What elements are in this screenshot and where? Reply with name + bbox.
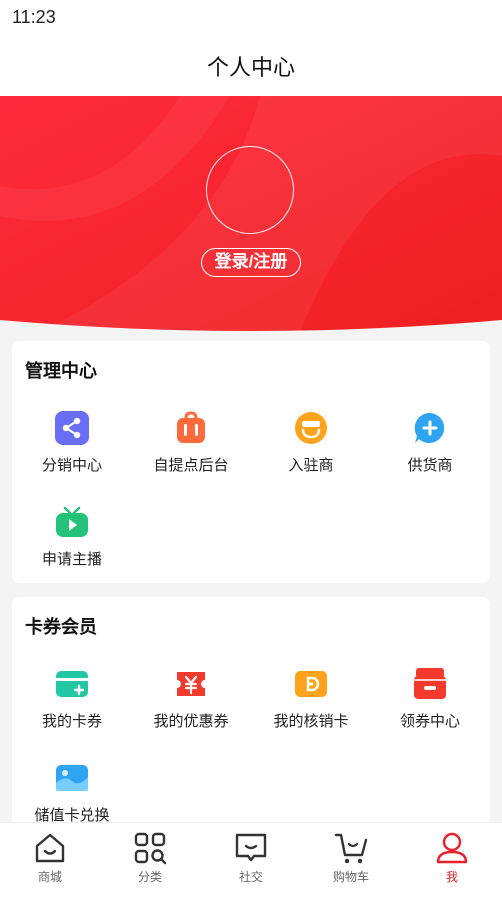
yen-coupon-icon xyxy=(177,672,205,696)
page-header: 个人中心 xyxy=(0,34,502,96)
tab-cart-label: 购物车 xyxy=(332,870,369,884)
my-cards-item[interactable]: 我的卡券 xyxy=(12,667,132,731)
bottom-tab-bar: 商城 分类 社交 购物车 我 xyxy=(0,822,502,897)
merchant-item[interactable]: 入驻商 xyxy=(251,411,371,475)
coupons-title: 卡券会员 xyxy=(25,617,97,637)
login-register-button[interactable]: 登录/注册 xyxy=(201,248,301,277)
management-card: 管理中心 分销中心 自提点后台 入驻商 供货商 申请主播 xyxy=(12,341,490,583)
pickup-backend-item[interactable]: 自提点后台 xyxy=(131,411,251,475)
management-title: 管理中心 xyxy=(25,361,97,381)
coupons-card: 卡券会员 我的卡券 我的优惠券 我的核销卡 领券中心 储值卡兑换 xyxy=(12,597,490,837)
stored-value-card-icon xyxy=(56,765,88,791)
distribution-center-item[interactable]: 分销中心 xyxy=(12,411,132,475)
tab-cart[interactable]: 购物车 xyxy=(301,831,401,885)
home-icon xyxy=(35,833,65,863)
avatar[interactable] xyxy=(206,146,294,234)
tab-social[interactable]: 社交 xyxy=(201,831,301,885)
tab-category[interactable]: 分类 xyxy=(100,831,200,885)
category-icon xyxy=(134,832,167,865)
verify-card-icon xyxy=(295,671,327,697)
tab-social-label: 社交 xyxy=(238,870,263,884)
tab-category-label: 分类 xyxy=(137,870,162,884)
stored-value-exchange-item[interactable]: 储值卡兑换 xyxy=(12,761,132,825)
distribution-center-label: 分销中心 xyxy=(41,457,102,474)
coupon-center-item[interactable]: 领券中心 xyxy=(370,667,490,731)
pickup-backend-label: 自提点后台 xyxy=(153,457,229,474)
share-icon xyxy=(55,411,89,445)
chat-icon xyxy=(235,833,267,862)
tab-me-label: 我 xyxy=(445,870,458,884)
apply-anchor-item[interactable]: 申请主播 xyxy=(12,505,132,569)
page-title: 个人中心 xyxy=(206,55,295,80)
profile-icon xyxy=(436,832,468,864)
supplier-icon xyxy=(414,412,445,443)
merchant-label: 入驻商 xyxy=(288,457,334,474)
merchant-icon xyxy=(295,412,327,444)
my-verify-cards-label: 我的核销卡 xyxy=(273,713,349,730)
tab-mall-label: 商城 xyxy=(37,870,62,884)
store-bag-icon xyxy=(177,411,205,443)
apply-anchor-label: 申请主播 xyxy=(41,551,102,568)
my-verify-cards-item[interactable]: 我的核销卡 xyxy=(251,667,371,731)
tab-mall[interactable]: 商城 xyxy=(0,831,100,885)
tab-me[interactable]: 我 xyxy=(402,831,502,885)
my-coupons-label: 我的优惠券 xyxy=(153,713,229,730)
coupon-center-icon xyxy=(414,668,446,699)
my-cards-label: 我的卡券 xyxy=(41,713,102,730)
supplier-item[interactable]: 供货商 xyxy=(370,411,490,475)
cart-icon xyxy=(334,833,368,864)
my-coupons-item[interactable]: 我的优惠券 xyxy=(131,667,251,731)
card-icon xyxy=(56,671,88,697)
status-time: 11:23 xyxy=(12,7,56,27)
tv-play-icon xyxy=(56,506,88,537)
coupon-center-label: 领券中心 xyxy=(399,713,460,730)
status-bar: 11:23 xyxy=(0,0,502,34)
supplier-label: 供货商 xyxy=(407,457,453,474)
